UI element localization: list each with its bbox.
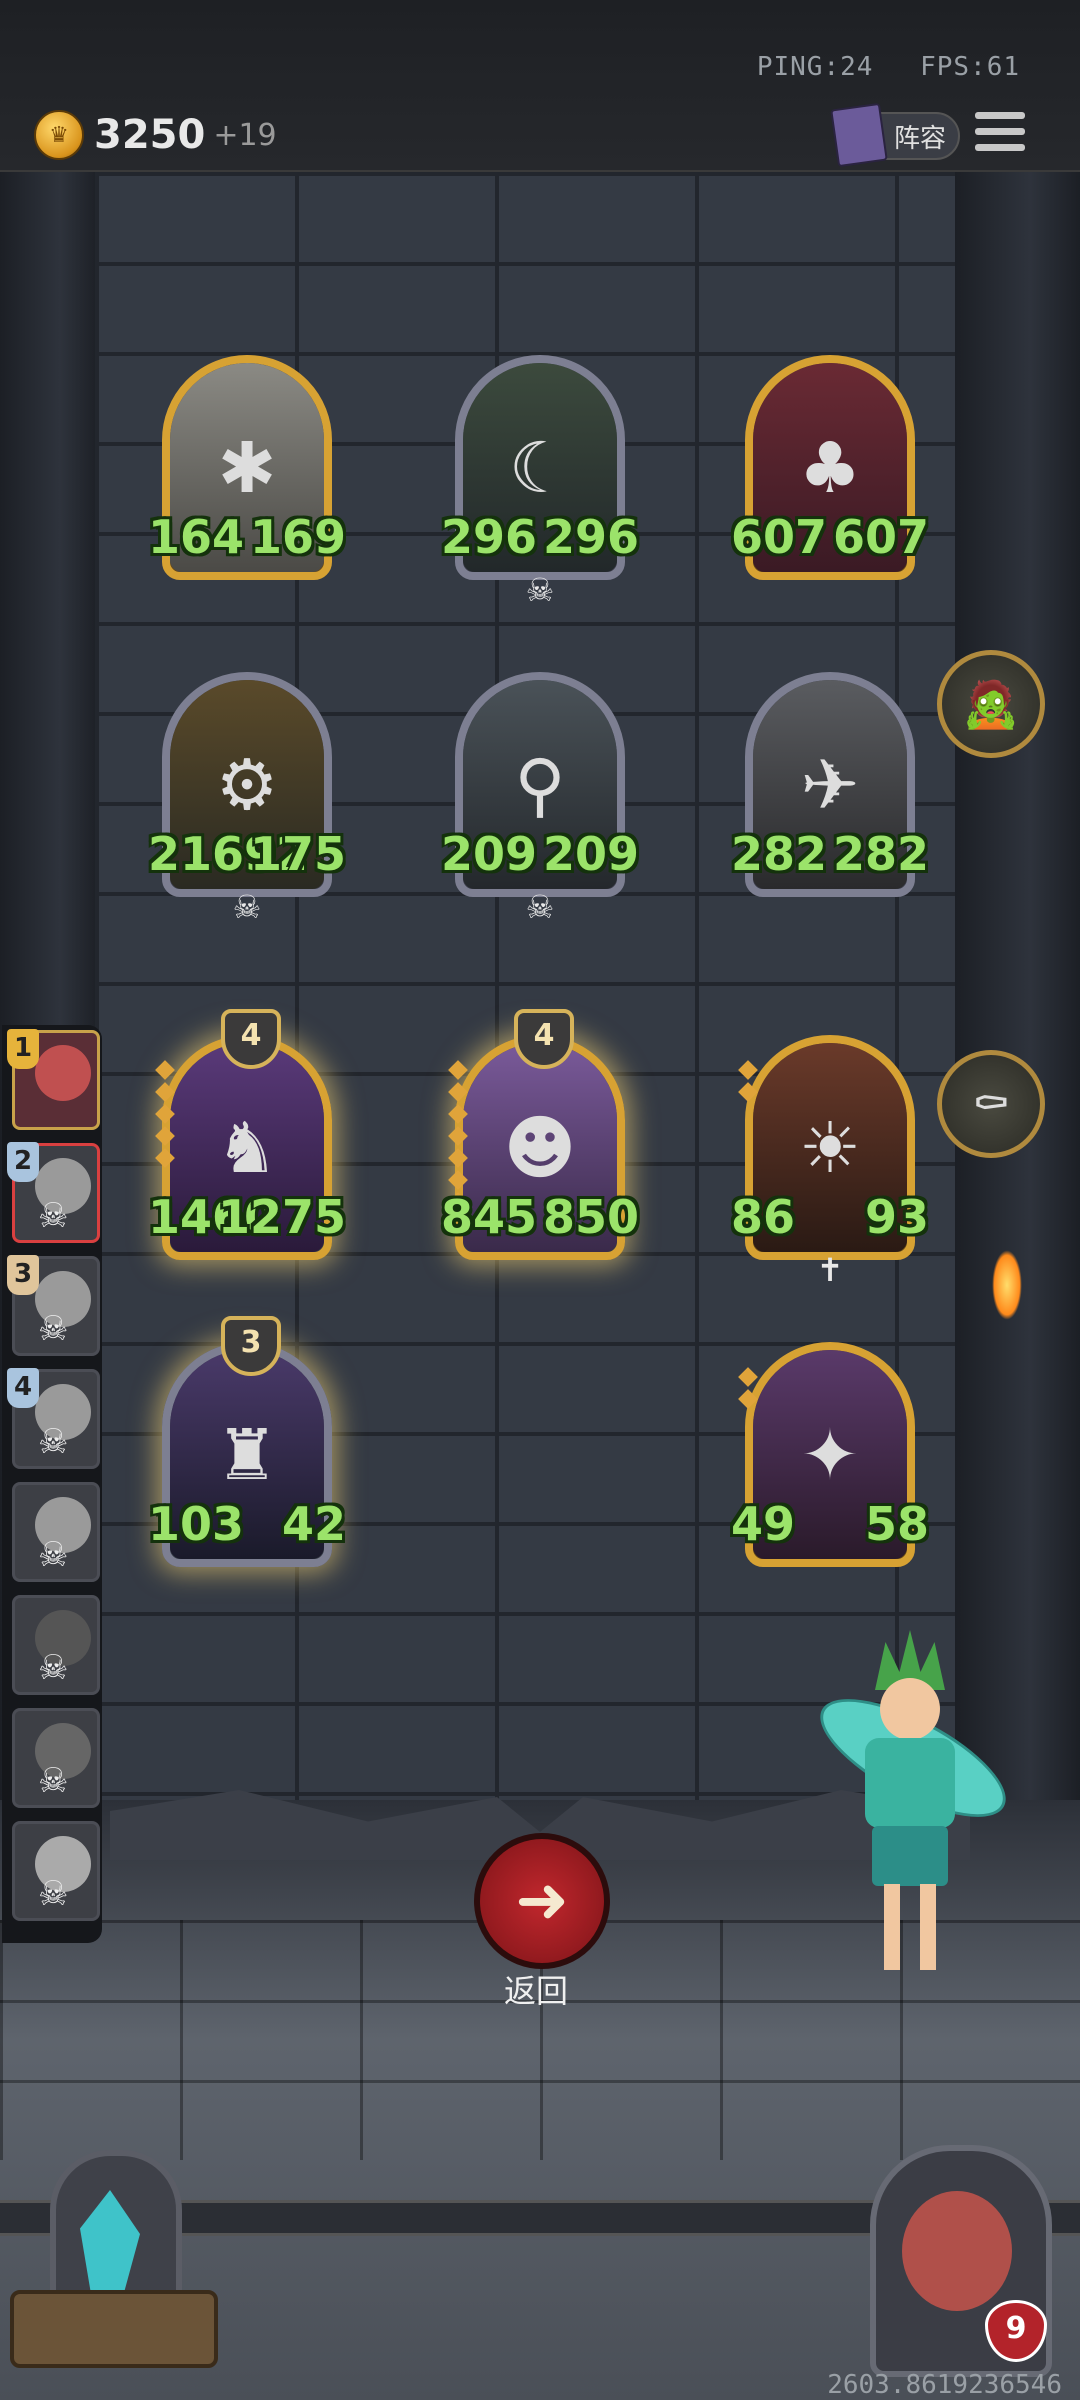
lineup-button[interactable]: 阵容 bbox=[830, 102, 960, 168]
player-slot-2[interactable]: 2 ☠ bbox=[7, 1142, 100, 1243]
shirt bbox=[865, 1738, 955, 1828]
player-rank: 4 bbox=[7, 1368, 39, 1408]
chest-base bbox=[10, 2290, 218, 2368]
tier-pips bbox=[738, 1060, 758, 1107]
tombstone-icon: ✝ bbox=[816, 1251, 844, 1289]
skull-icon: ☠ bbox=[232, 888, 262, 926]
level-badge: 4 bbox=[514, 1009, 574, 1069]
shorts bbox=[872, 1826, 948, 1886]
unit-card-golden-golem[interactable]: ⚙ 21692 175 ☠ bbox=[148, 672, 346, 925]
skull-icon: ☠ bbox=[38, 1535, 69, 1575]
player-character-surfer bbox=[804, 1630, 1022, 1980]
tier-pips bbox=[738, 1367, 758, 1414]
player-slot-3[interactable]: 3 ☠ bbox=[7, 1255, 100, 1356]
player-slot-1[interactable]: 1 bbox=[7, 1029, 100, 1130]
level-badge: 3 bbox=[221, 1316, 281, 1376]
leg bbox=[920, 1884, 936, 1970]
unit-card-clown[interactable]: ♣ 607 607 bbox=[731, 355, 929, 580]
skull-icon: ☠ bbox=[525, 888, 555, 926]
unit-health: 850 bbox=[542, 1190, 639, 1244]
skull-icon: ☠ bbox=[38, 1648, 69, 1688]
coffin-icon[interactable]: ⚰ bbox=[937, 1050, 1045, 1158]
gold-amount: 3250 bbox=[94, 112, 206, 158]
seed-text: 2603.8619236546 bbox=[827, 2370, 1062, 2400]
unit-card-robot[interactable]: ⚲ 209 209 ☠ bbox=[441, 672, 639, 925]
unit-attack: 607 bbox=[731, 510, 828, 564]
unit-health: 93 bbox=[864, 1190, 929, 1244]
player-slot-4[interactable]: 4 ☠ bbox=[7, 1368, 100, 1469]
unit-health: 169 bbox=[249, 510, 346, 564]
player-slot-8[interactable]: ☠ bbox=[12, 1821, 100, 1921]
tier-pips bbox=[155, 1060, 175, 1173]
player-list: 1 2 ☠ 3 ☠ 4 ☠ ☠ ☠ ☠ ☠ bbox=[2, 1025, 102, 1943]
arrow-left-icon: ➜ bbox=[515, 1864, 569, 1938]
gold-display: ♛ 3250 +19 bbox=[34, 110, 277, 160]
lineup-label: 阵容 bbox=[893, 123, 946, 154]
player-slot-5[interactable]: ☠ bbox=[12, 1482, 100, 1582]
zombie-figure-icon[interactable]: 🧟 bbox=[937, 650, 1045, 758]
unit-card-shadow-knight[interactable]: ♜ 3 103 42 bbox=[148, 1316, 346, 1567]
player-rank: 1 bbox=[7, 1029, 39, 1069]
book-icon bbox=[830, 102, 888, 168]
unit-health: 282 bbox=[832, 827, 929, 881]
fps-label: FPS:61 bbox=[920, 52, 1020, 82]
unit-card-airship[interactable]: ✈ 282 282 bbox=[731, 672, 929, 897]
menu-icon[interactable] bbox=[975, 112, 1025, 158]
gold-income: +19 bbox=[213, 117, 277, 153]
skull-icon: ☠ bbox=[525, 571, 555, 609]
skull-icon: ☠ bbox=[38, 1196, 69, 1236]
return-label: 返回 bbox=[503, 1972, 568, 2010]
player-rank: 2 bbox=[7, 1142, 39, 1182]
unit-card-dark-dragon[interactable]: ♞ 4 1460 1275 bbox=[148, 1009, 346, 1260]
player-slot-7[interactable]: ☠ bbox=[12, 1708, 100, 1808]
portal-shop[interactable] bbox=[10, 2150, 218, 2368]
head bbox=[880, 1678, 940, 1740]
unit-health: 1275 bbox=[217, 1190, 346, 1244]
unit-card-windmill[interactable]: ✱ 164 169 bbox=[148, 355, 346, 580]
unit-health: 296 bbox=[542, 510, 639, 564]
unit-attack: 296 bbox=[441, 510, 538, 564]
skull-icon: ☠ bbox=[38, 1422, 69, 1462]
level-badge: 4 bbox=[221, 1009, 281, 1069]
torch-flame-icon bbox=[992, 1250, 1022, 1320]
unit-attack: 209 bbox=[441, 827, 538, 881]
crown-coin-icon: ♛ bbox=[34, 110, 84, 160]
unit-card-mad-scientist[interactable]: ☻ 4 845 850 bbox=[441, 1009, 639, 1260]
ping-label: PING:24 bbox=[756, 52, 874, 82]
unit-attack: 49 bbox=[731, 1497, 796, 1551]
avatar bbox=[35, 1045, 91, 1101]
unit-attack: 282 bbox=[731, 827, 828, 881]
player-rank: 3 bbox=[7, 1255, 39, 1295]
return-button[interactable]: ➜ bbox=[474, 1833, 610, 1969]
unit-health: 175 bbox=[249, 827, 346, 881]
network-stats: PING:24 FPS:61 bbox=[727, 52, 1020, 82]
skull-icon: ☠ bbox=[38, 1761, 69, 1801]
unit-attack: 845 bbox=[441, 1190, 538, 1244]
unit-attack: 86 bbox=[731, 1190, 796, 1244]
skull-icon: ☠ bbox=[38, 1874, 69, 1914]
unit-health: 607 bbox=[832, 510, 929, 564]
unit-card-bat-beast[interactable]: ✦ 49 58 bbox=[731, 1342, 929, 1567]
unit-health: 58 bbox=[864, 1497, 929, 1551]
unit-health: 209 bbox=[542, 827, 639, 881]
unit-card-horned-elf[interactable]: ☾ 296 296 ☠ bbox=[441, 355, 639, 608]
skull-icon: ☠ bbox=[38, 1309, 69, 1349]
leg bbox=[884, 1884, 900, 1970]
unit-attack: 164 bbox=[148, 510, 245, 564]
unit-attack: 103 bbox=[148, 1497, 245, 1551]
avatar bbox=[902, 2191, 1012, 2311]
unit-card-sun-priest[interactable]: ☀ 86 93 ✝ bbox=[731, 1035, 929, 1288]
player-slot-6[interactable]: ☠ bbox=[12, 1595, 100, 1695]
unit-health: 42 bbox=[281, 1497, 346, 1551]
right-pillar bbox=[955, 172, 1080, 1872]
top-bar: PING:24 FPS:61 ♛ 3250 +19 阵容 bbox=[0, 0, 1080, 173]
